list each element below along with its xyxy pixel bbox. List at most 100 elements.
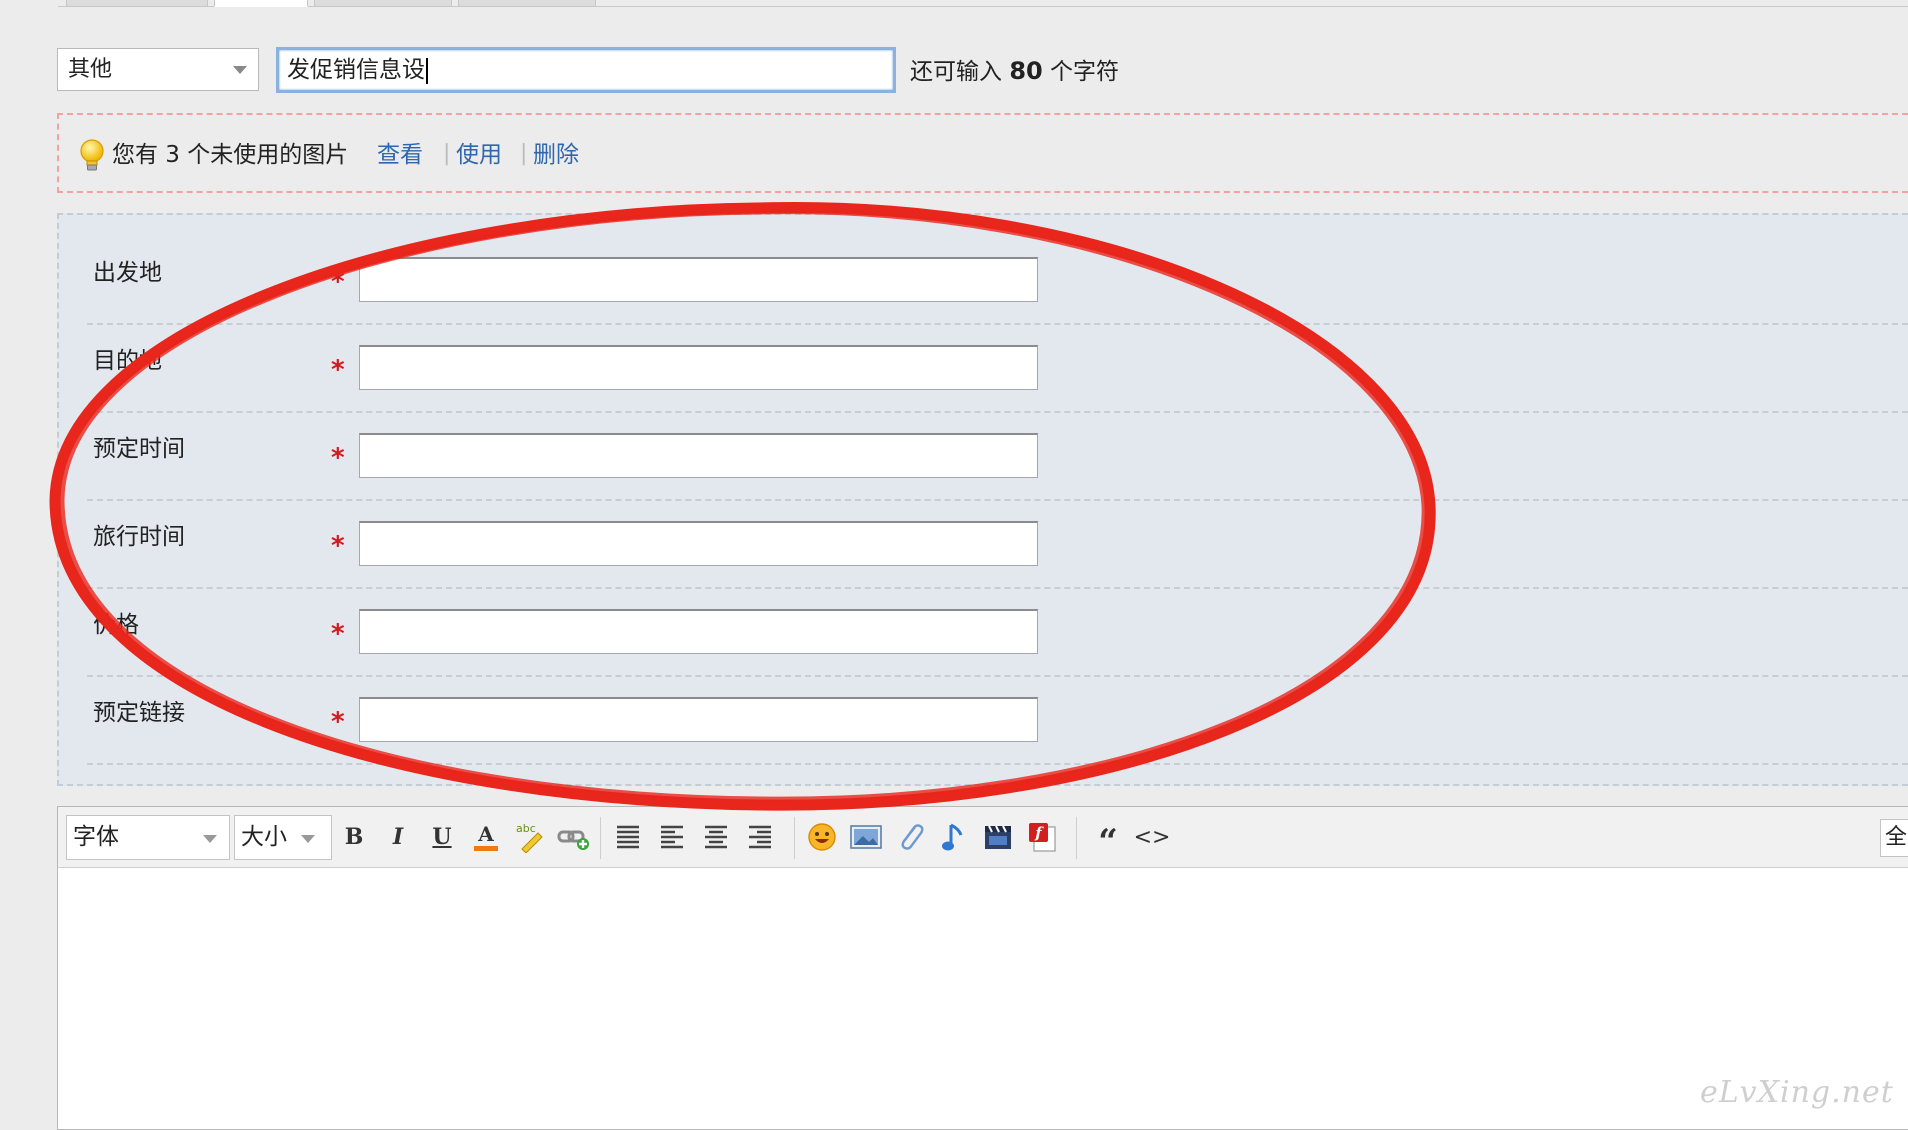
departure-input[interactable] xyxy=(359,257,1038,302)
unused-images-notice: 您有 3 个未使用的图片 查看 | 使用 | 删除 xyxy=(57,113,1908,193)
chevron-down-icon xyxy=(233,66,247,74)
highlight-button[interactable]: abc xyxy=(512,819,548,855)
title-input[interactable]: 发促销信息设 xyxy=(276,47,896,93)
category-select[interactable]: 其他 xyxy=(57,48,259,91)
site-watermark: eLvXing.net xyxy=(1700,1075,1894,1110)
bold-icon: B xyxy=(344,824,364,850)
font-size-select-value: 大小 xyxy=(241,824,287,850)
field-label-booking-link: 预定链接 xyxy=(93,700,185,726)
lightbulb-icon xyxy=(80,139,104,171)
fullscreen-button[interactable]: 全 xyxy=(1880,819,1908,857)
editor-content-area[interactable] xyxy=(58,868,1908,1129)
tab-strip xyxy=(58,0,1908,7)
price-input[interactable] xyxy=(359,609,1038,654)
tab-2[interactable] xyxy=(214,0,308,7)
use-link[interactable]: 使用 xyxy=(456,139,502,171)
align-right-button[interactable] xyxy=(742,819,778,855)
align-right-icon xyxy=(749,825,771,849)
emoji-button[interactable] xyxy=(804,819,840,855)
booking-link-input[interactable] xyxy=(359,697,1038,742)
rich-text-editor: 字体 大小 B I U A abc f “ <> 全 xyxy=(57,806,1908,1130)
row-divider xyxy=(87,675,1908,677)
char-count-prefix: 还可输入 xyxy=(910,59,1002,85)
category-select-value: 其他 xyxy=(68,57,113,82)
underline-icon: U xyxy=(432,824,452,850)
chevron-down-icon xyxy=(301,835,315,843)
svg-text:A: A xyxy=(477,822,494,846)
font-family-select-value: 字体 xyxy=(73,824,119,850)
booking-time-input[interactable] xyxy=(359,433,1038,478)
insert-flash-button[interactable]: f xyxy=(1024,819,1060,855)
paperclip-icon xyxy=(901,824,924,850)
row-divider xyxy=(87,323,1908,325)
link-separator: | xyxy=(443,141,451,166)
field-label-departure: 出发地 xyxy=(93,260,162,286)
align-justify-icon xyxy=(617,825,639,849)
font-family-select[interactable]: 字体 xyxy=(66,815,230,860)
required-mark: * xyxy=(331,267,345,297)
align-center-button[interactable] xyxy=(698,819,734,855)
char-count-suffix: 个字符 xyxy=(1050,59,1120,85)
video-clapper-icon xyxy=(985,825,1011,849)
title-input-value: 发促销信息设 xyxy=(287,57,425,83)
font-size-select[interactable]: 大小 xyxy=(234,815,332,860)
code-icon: <> xyxy=(1133,824,1171,850)
link-add-icon xyxy=(557,830,589,850)
tab-1[interactable] xyxy=(66,0,208,7)
align-center-icon xyxy=(705,825,727,849)
toolbar-divider xyxy=(600,817,601,859)
editor-toolbar: 字体 大小 B I U A abc f “ <> 全 xyxy=(58,807,1908,868)
required-mark: * xyxy=(331,619,345,649)
underline-button[interactable]: U xyxy=(424,819,460,855)
insert-image-button[interactable] xyxy=(848,819,884,855)
code-button[interactable]: <> xyxy=(1133,819,1171,855)
toolbar-divider xyxy=(794,817,795,859)
field-label-price: 价格 xyxy=(93,612,139,638)
destination-input[interactable] xyxy=(359,345,1038,390)
svg-text:abc: abc xyxy=(516,822,536,835)
align-left-button[interactable] xyxy=(654,819,690,855)
attachment-button[interactable] xyxy=(892,819,928,855)
field-label-booking-time: 预定时间 xyxy=(93,436,185,462)
row-divider xyxy=(87,411,1908,413)
required-mark: * xyxy=(331,531,345,561)
tab-3[interactable] xyxy=(314,0,452,7)
char-count-note: 还可输入 80 个字符 xyxy=(910,56,1119,87)
bold-button[interactable]: B xyxy=(336,819,372,855)
insert-link-button[interactable] xyxy=(556,819,592,855)
quote-button[interactable]: “ xyxy=(1090,819,1126,862)
italic-icon: I xyxy=(392,824,404,850)
insert-video-button[interactable] xyxy=(980,819,1016,855)
view-link[interactable]: 查看 xyxy=(377,139,423,171)
trip-details-form: 出发地 * 目的地 * 预定时间 * 旅行时间 * 价格 * 预定链接 * xyxy=(57,213,1908,786)
tab-4[interactable] xyxy=(458,0,596,7)
char-count-value: 80 xyxy=(1009,57,1043,85)
row-divider xyxy=(87,499,1908,501)
row-divider xyxy=(87,763,1908,765)
insert-audio-button[interactable] xyxy=(936,819,972,855)
required-mark: * xyxy=(331,355,345,385)
italic-button[interactable]: I xyxy=(380,819,416,855)
notice-text: 您有 3 个未使用的图片 xyxy=(112,142,349,168)
font-color-icon: A xyxy=(474,822,498,851)
travel-time-input[interactable] xyxy=(359,521,1038,566)
fullscreen-label: 全 xyxy=(1885,825,1908,850)
music-note-icon xyxy=(942,823,963,851)
smiley-icon xyxy=(808,823,836,851)
delete-link[interactable]: 删除 xyxy=(533,139,579,171)
align-left-icon xyxy=(661,825,683,849)
required-mark: * xyxy=(331,707,345,737)
toolbar-divider xyxy=(1076,817,1077,859)
row-divider xyxy=(87,587,1908,589)
link-separator: | xyxy=(520,141,528,166)
quote-icon: “ xyxy=(1098,822,1118,862)
align-justify-button[interactable] xyxy=(610,819,646,855)
field-label-travel-time: 旅行时间 xyxy=(93,524,185,550)
image-icon xyxy=(850,825,882,849)
font-color-button[interactable]: A xyxy=(468,819,504,855)
flash-icon: f xyxy=(1029,823,1056,852)
text-cursor xyxy=(426,57,428,84)
required-mark: * xyxy=(331,443,345,473)
chevron-down-icon xyxy=(203,835,217,843)
field-label-destination: 目的地 xyxy=(93,348,162,374)
